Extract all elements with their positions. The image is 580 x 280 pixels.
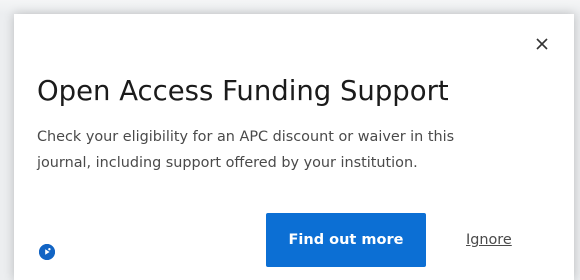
help-icon [39, 244, 55, 260]
page-background: Open Access Funding Support Check your e… [0, 0, 580, 280]
dialog-body-text: Check your eligibility for an APC discou… [37, 124, 547, 176]
dialog-title: Open Access Funding Support [37, 75, 449, 107]
body-line-1: Check your eligibility for an APC discou… [37, 129, 455, 145]
ignore-link[interactable]: Ignore [466, 231, 512, 249]
top-bar-shadow [0, 0, 580, 14]
close-button[interactable] [532, 34, 552, 54]
help-button[interactable] [39, 244, 55, 260]
find-out-more-button[interactable]: Find out more [266, 213, 426, 267]
body-line-2: journal, including support offered by yo… [37, 155, 418, 171]
close-icon [536, 38, 548, 50]
